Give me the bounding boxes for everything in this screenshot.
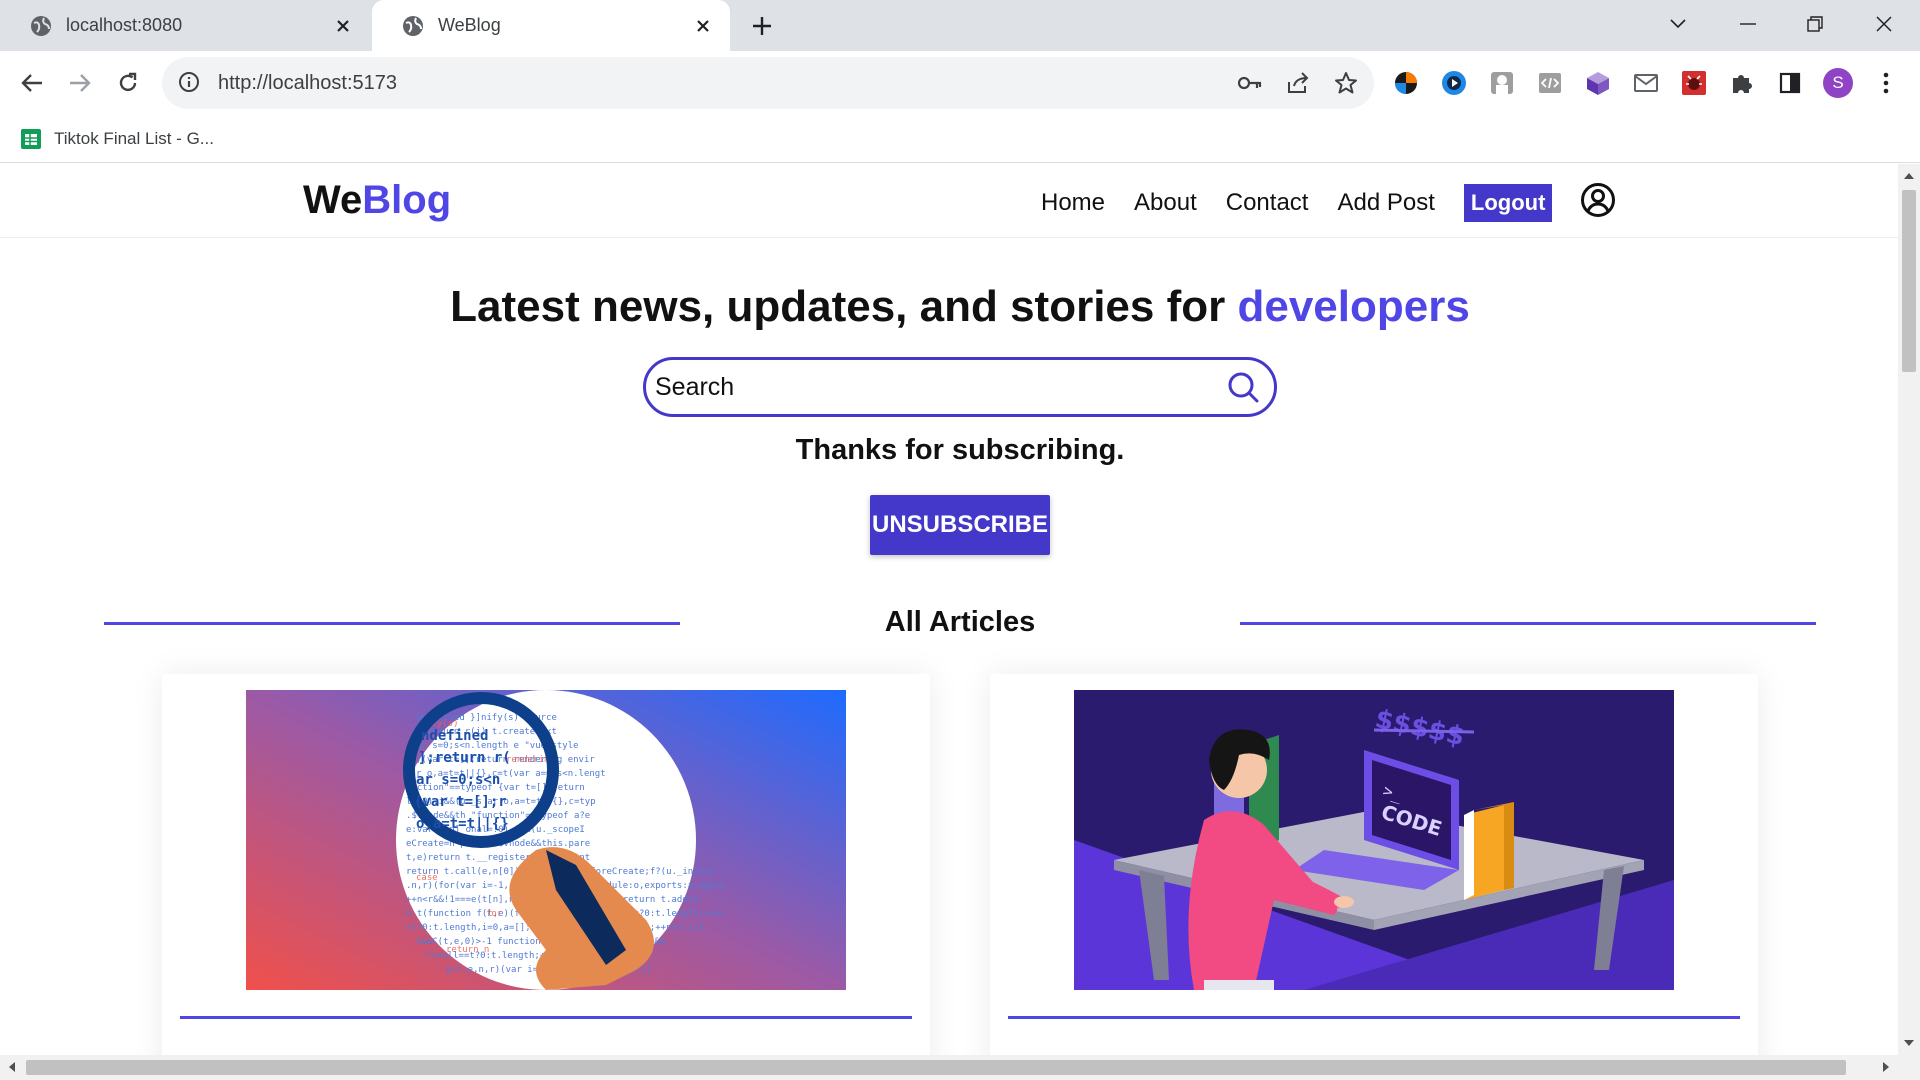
forward-arrow-icon[interactable] [62,65,98,101]
svg-text:ndefined: ndefined [421,728,488,744]
side-panel-icon[interactable] [1772,65,1808,101]
nav-add-post-link[interactable]: Add Post [1337,189,1434,217]
restore-icon[interactable] [1797,8,1833,40]
vertical-scroll-thumb[interactable] [1902,190,1916,372]
headline-accent: developers [1237,282,1470,331]
profile-avatar[interactable]: S [1820,65,1856,101]
extension-person-icon[interactable] [1484,65,1520,101]
globe-icon [402,15,424,37]
logout-button[interactable]: Logout [1463,184,1553,222]
extension-bug-icon[interactable] [1676,65,1712,101]
logo-part1: We [303,178,363,222]
svg-text:for: for [486,909,503,919]
profile-initial: S [1832,73,1844,92]
unsubscribe-button[interactable]: UNSUBSCRIBE [870,495,1050,555]
tab-strip: localhost:8080 WeBlog [0,0,1920,51]
close-icon[interactable] [692,15,714,37]
puzzle-icon[interactable] [1724,65,1760,101]
tab-title: localhost:8080 [66,15,183,35]
mail-icon[interactable] [1628,65,1664,101]
search-input[interactable] [655,372,1226,402]
nav-home-link[interactable]: Home [1041,189,1105,217]
page-viewport: WeBlog Home About Contact Add Post Logou… [0,164,1898,1055]
scroll-up-arrow-icon[interactable] [1903,170,1915,182]
url-text: http://localhost:5173 [218,71,398,94]
nav-contact-link[interactable]: Contact [1226,189,1309,217]
bookmark-tiktok-list[interactable]: Tiktok Final List - G... [20,125,214,153]
window-close-icon[interactable] [1866,8,1902,40]
horizontal-scrollbar[interactable] [0,1055,1920,1080]
share-icon[interactable] [1278,63,1318,103]
card-divider [1008,1016,1740,1019]
globe-icon [30,15,52,37]
account-circle-icon[interactable] [1580,182,1616,218]
search-bar [643,357,1277,417]
address-bar[interactable]: http://localhost:5173 [162,57,1374,109]
svg-text:o,a=t=t||{}: o,a=t=t||{} [416,816,509,832]
developer-laptop-code-illustration: $$$$$ >_ CODE [1074,690,1674,990]
card-divider [180,1016,912,1019]
scroll-left-arrow-icon[interactable] [6,1061,18,1073]
article-thumbnail[interactable]: undefined }]nify(s) source ];return r(i)… [246,690,846,990]
site-nav: Home About Contact Add Post Logout [1041,184,1553,222]
site-logo[interactable]: WeBlog [303,178,451,223]
info-icon[interactable] [178,71,202,95]
article-card[interactable]: $$$$$ >_ CODE [990,674,1758,1055]
vertical-scrollbar[interactable] [1898,164,1920,1055]
extension-swirl-icon[interactable] [1388,65,1424,101]
search-icon[interactable] [1226,370,1260,404]
article-card[interactable]: undefined }]nify(s) source ];return r(i)… [162,674,930,1055]
subscribe-message: Thanks for subscribing. [795,434,1125,466]
kebab-menu-icon[interactable] [1868,65,1904,101]
svg-text:return n: return n [446,945,489,955]
extension-play-icon[interactable] [1436,65,1472,101]
article-thumbnail[interactable]: $$$$$ >_ CODE [1074,690,1674,990]
sheets-icon [20,128,42,150]
section-divider-right [1240,622,1816,625]
svg-text:case: case [416,873,438,883]
browser-toolbar: http://localhost:5173 S [0,51,1920,115]
key-icon[interactable] [1230,63,1270,103]
scroll-down-arrow-icon[interactable] [1903,1037,1915,1049]
logo-part2: Blog [362,178,452,222]
minimize-icon[interactable] [1730,8,1766,40]
headline-main: Latest news, updates, and stories for [450,282,1238,331]
extension-code-icon[interactable] [1532,65,1568,101]
site-header: WeBlog Home About Contact Add Post Logou… [0,164,1898,238]
reload-icon[interactable] [110,65,146,101]
scroll-right-arrow-icon[interactable] [1880,1061,1892,1073]
back-arrow-icon[interactable] [14,65,50,101]
horizontal-scroll-thumb[interactable] [26,1060,1846,1075]
tab-weblog[interactable]: WeBlog [372,0,730,51]
nav-about-link[interactable]: About [1134,189,1197,217]
new-tab-plus-icon[interactable] [748,12,776,40]
chevron-down-icon[interactable] [1660,8,1696,40]
bookmarks-bar: Tiktok Final List - G... [0,115,1920,163]
svg-text:];return r(: ];return r( [418,750,511,766]
tab-title: WeBlog [438,15,501,35]
close-icon[interactable] [332,15,354,37]
bookmark-label: Tiktok Final List - G... [54,129,214,148]
page-headline: Latest news, updates, and stories for de… [0,282,1898,332]
tab-localhost-8080[interactable]: localhost:8080 [0,0,370,51]
star-icon[interactable] [1326,63,1366,103]
magnifying-glass-code-illustration: undefined }]nify(s) source ];return r(i)… [246,690,846,990]
extension-cube-icon[interactable] [1580,65,1616,101]
svg-text:ar s=0;s<n: ar s=0;s<n [416,772,500,788]
svg-text:(var t=[];r: (var t=[];r [414,794,507,810]
